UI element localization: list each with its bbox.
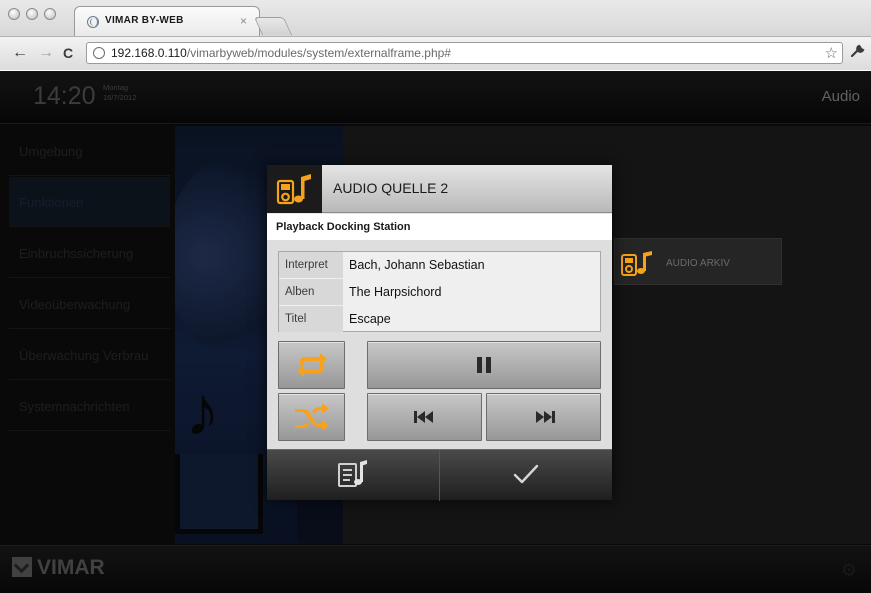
pause-button[interactable]	[367, 341, 601, 389]
info-key: Interpret	[279, 252, 343, 278]
info-key: Titel	[279, 306, 343, 332]
next-button[interactable]	[486, 393, 601, 441]
window-close-button[interactable]	[8, 8, 20, 20]
audio-player-icon	[276, 174, 311, 205]
browser-tab[interactable]: VIMAR BY-WEB ×	[74, 6, 260, 36]
info-row-titel: Titel Escape	[279, 306, 600, 332]
previous-button[interactable]	[367, 393, 482, 441]
audio-source-dialog: AUDIO QUELLE 2 Playback Docking Station …	[267, 165, 612, 501]
info-row-interpret: Interpret Bach, Johann Sebastian	[279, 252, 600, 278]
window-minimize-button[interactable]	[26, 8, 38, 20]
bookmark-star-icon[interactable]: ☆	[825, 44, 838, 62]
globe-icon	[87, 16, 99, 28]
confirm-button[interactable]	[441, 450, 612, 501]
dialog-body: Interpret Bach, Johann Sebastian Alben T…	[267, 240, 612, 449]
dialog-title: AUDIO QUELLE 2	[333, 180, 449, 196]
back-arrow-icon[interactable]: ←	[12, 44, 28, 62]
tab-title: VIMAR BY-WEB	[105, 15, 184, 26]
checkmark-icon	[513, 464, 539, 484]
reload-icon[interactable]: C	[63, 45, 73, 61]
dialog-subtitle: Playback Docking Station	[267, 214, 612, 240]
window-zoom-button[interactable]	[44, 8, 56, 20]
audio-archive-tile[interactable]: AUDIO ARKIV	[614, 238, 782, 285]
audio-player-icon	[621, 251, 652, 276]
address-bar[interactable]: 192.168.0.110/vimarbyweb/modules/system/…	[86, 42, 843, 64]
dialog-header: AUDIO QUELLE 2	[267, 165, 612, 213]
repeat-button[interactable]	[278, 341, 345, 389]
dialog-icon-box	[267, 165, 322, 213]
pause-icon	[477, 357, 491, 373]
info-value: The Harpsichord	[349, 285, 442, 299]
browser-toolbar: ← → C 192.168.0.110/vimarbyweb/modules/s…	[0, 36, 871, 70]
playlist-icon	[338, 460, 367, 487]
audio-archive-label: AUDIO ARKIV	[666, 258, 730, 269]
wrench-icon[interactable]	[850, 43, 866, 63]
info-value: Escape	[349, 312, 391, 326]
tab-close-icon[interactable]: ×	[240, 14, 247, 28]
repeat-icon	[296, 353, 327, 377]
shuffle-icon	[294, 404, 329, 430]
track-info: Interpret Bach, Johann Sebastian Alben T…	[278, 251, 601, 332]
next-icon	[535, 411, 555, 423]
info-row-alben: Alben The Harpsichord	[279, 279, 600, 305]
page-icon	[93, 47, 105, 59]
forward-arrow-icon[interactable]: →	[38, 44, 54, 62]
footer-divider	[439, 450, 440, 501]
shuffle-button[interactable]	[278, 393, 345, 441]
info-value: Bach, Johann Sebastian	[349, 258, 485, 272]
info-key: Alben	[279, 279, 343, 305]
playlist-button[interactable]	[267, 450, 439, 501]
browser-chrome: VIMAR BY-WEB × ← → C 192.168.0.110/vimar…	[0, 0, 871, 70]
previous-icon	[413, 411, 433, 423]
url-text: 192.168.0.110/vimarbyweb/modules/system/…	[111, 46, 451, 60]
dialog-footer	[267, 449, 612, 501]
